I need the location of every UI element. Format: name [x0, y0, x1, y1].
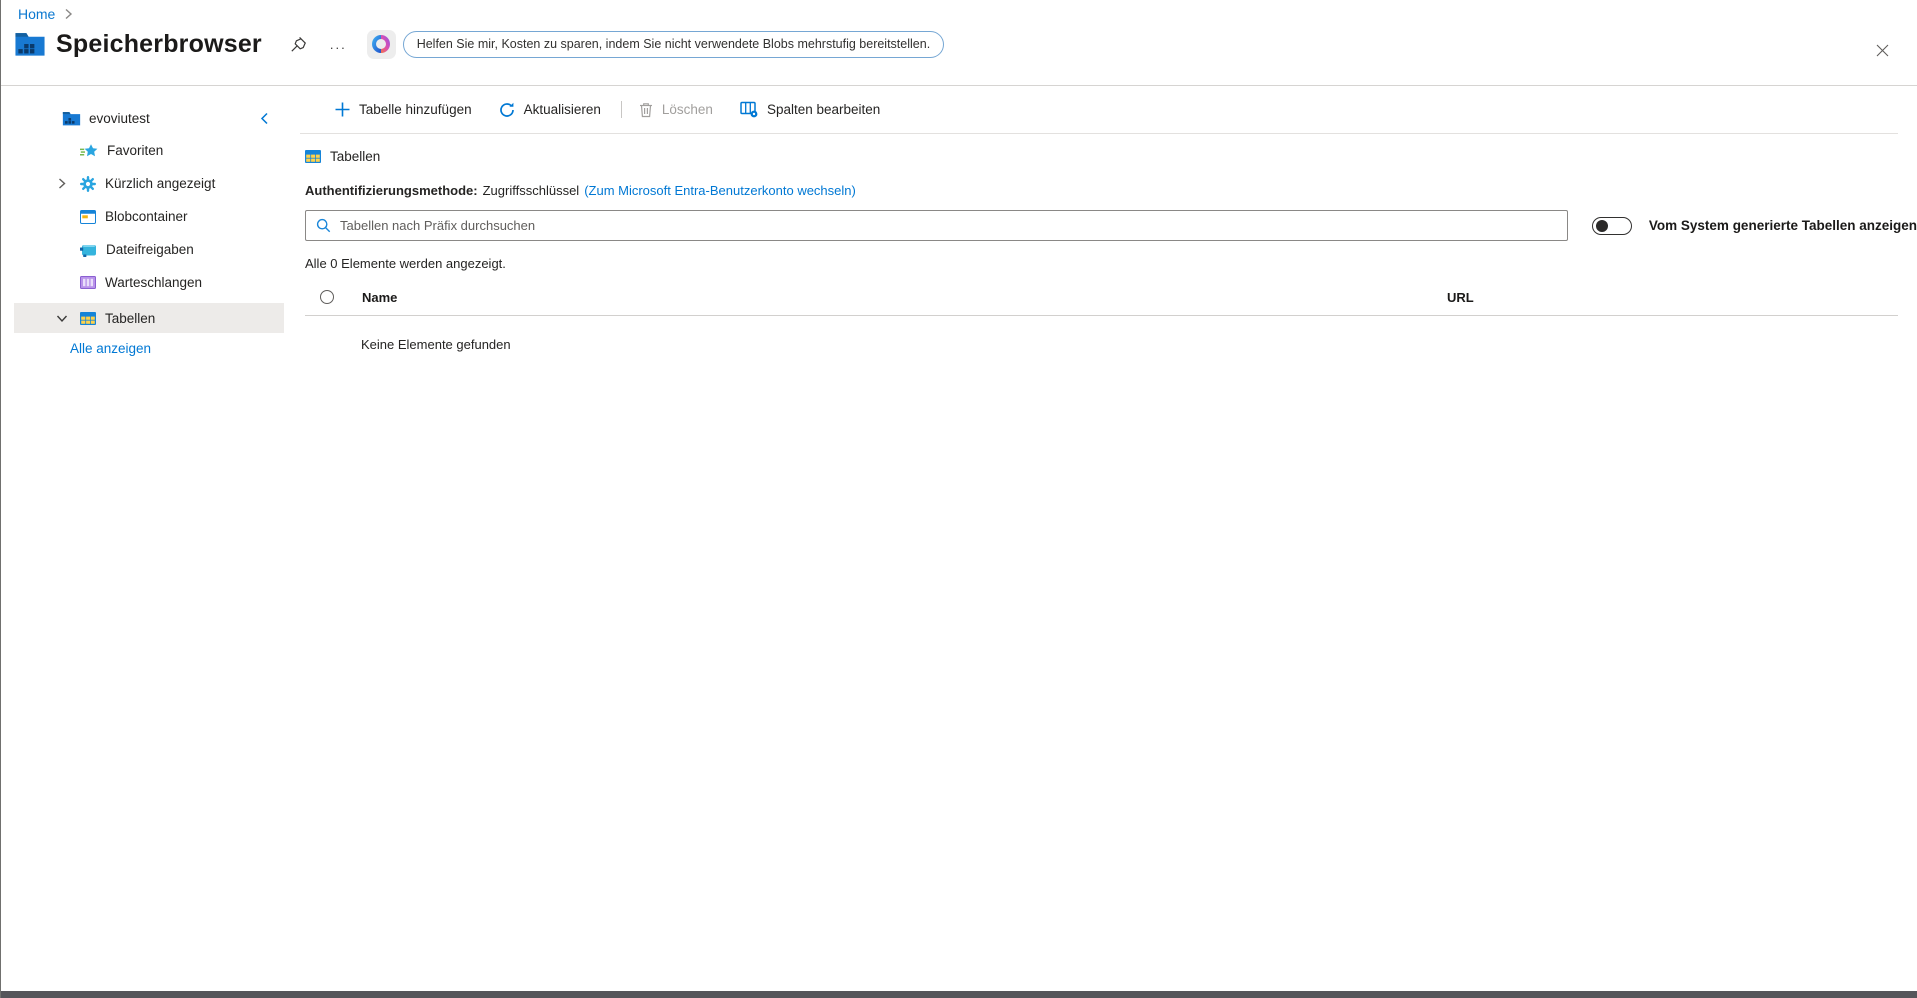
sidebar-item-storage-account[interactable]: evoviutest	[0, 102, 284, 134]
switch-entra-account-link[interactable]: (Zum Microsoft Entra-Benutzerkonto wechs…	[584, 183, 856, 198]
toggle-label: Vom System generierte Tabellen anzeigen	[1649, 218, 1917, 233]
copilot-icon	[371, 34, 391, 54]
sidebar-item-label: Kürzlich angezeigt	[105, 176, 215, 191]
show-all-link[interactable]: Alle anzeigen	[70, 341, 151, 356]
table-icon	[80, 312, 96, 325]
sidebar-show-all: Alle anzeigen	[0, 333, 284, 363]
sidebar-item-favorites[interactable]: Favoriten	[0, 134, 284, 167]
breadcrumb-home-link[interactable]: Home	[18, 6, 55, 22]
chevron-right-icon[interactable]	[55, 177, 68, 190]
breadcrumb-chevron-icon	[64, 8, 73, 20]
sidebar-item-recently-viewed[interactable]: Kürzlich angezeigt	[0, 167, 284, 200]
sidebar-item-file-shares[interactable]: Dateifreigaben	[0, 233, 284, 266]
plus-icon	[335, 102, 350, 117]
search-row: Vom System generierte Tabellen anzeigen	[305, 210, 1917, 241]
edit-columns-button[interactable]: Spalten bearbeiten	[740, 101, 880, 118]
copilot-suggestion-chip[interactable]: Helfen Sie mir, Kosten zu sparen, indem …	[403, 31, 944, 58]
sidebar-item-label: Warteschlangen	[105, 275, 202, 290]
page-title: Speicherbrowser	[56, 30, 262, 59]
column-header-name[interactable]: Name	[362, 290, 397, 305]
auth-method-label: Authentifizierungsmethode:	[305, 183, 478, 198]
sidebar-item-label: Tabellen	[105, 311, 155, 326]
sidebar-item-label: Blobcontainer	[105, 209, 188, 224]
sidebar-collapse-icon[interactable]	[256, 110, 272, 126]
search-input[interactable]	[340, 218, 1557, 233]
section-title: Tabellen	[330, 149, 380, 164]
window-left-edge	[0, 0, 1, 998]
add-table-button[interactable]: Tabelle hinzufügen	[335, 102, 472, 117]
sidebar-item-label: Dateifreigaben	[106, 242, 194, 257]
edit-columns-icon	[740, 101, 758, 118]
system-tables-toggle[interactable]	[1592, 217, 1632, 235]
search-icon	[316, 218, 331, 233]
delete-button[interactable]: Löschen	[639, 102, 713, 118]
recent-gear-icon	[80, 176, 96, 192]
queue-icon	[80, 276, 96, 289]
toolbar-divider	[300, 133, 1898, 134]
more-options-icon[interactable]: ...	[326, 35, 351, 54]
sidebar: evoviutest Favoriten	[0, 86, 284, 991]
items-count-text: Alle 0 Elemente werden angezeigt.	[305, 256, 1917, 271]
sidebar-account-label: evoviutest	[89, 111, 150, 126]
sidebar-item-blob-containers[interactable]: Blobcontainer	[0, 200, 284, 233]
sidebar-item-tables[interactable]: Tabellen	[0, 303, 284, 333]
table-header-row: Name URL	[284, 284, 1917, 310]
refresh-button[interactable]: Aktualisieren	[499, 102, 601, 118]
favorites-star-icon	[80, 143, 98, 159]
storage-browser-icon	[14, 30, 46, 58]
refresh-icon	[499, 102, 515, 118]
section-header: Tabellen	[305, 149, 1917, 164]
select-all-circle[interactable]	[320, 290, 334, 304]
toolbar: Tabelle hinzufügen Aktualisieren Löschen	[284, 86, 1917, 133]
blob-container-icon	[80, 210, 96, 224]
empty-state-text: Keine Elemente gefunden	[361, 337, 1917, 352]
trash-icon	[639, 102, 653, 118]
auth-method-value: Zugriffsschlüssel	[483, 183, 580, 198]
breadcrumb: Home	[18, 6, 73, 22]
auth-method-line: Authentifizierungsmethode: Zugriffsschlüs…	[305, 183, 1917, 198]
sidebar-item-queues[interactable]: Warteschlangen	[0, 266, 284, 299]
title-row: Speicherbrowser ... Helfen Sie mir, Kost…	[14, 27, 1857, 61]
column-header-url[interactable]: URL	[1447, 290, 1474, 305]
main-content: Tabelle hinzufügen Aktualisieren Löschen	[284, 86, 1917, 991]
footer-bar	[0, 991, 1917, 998]
file-share-icon	[80, 243, 97, 257]
pin-icon[interactable]	[288, 33, 310, 55]
sidebar-item-label: Favoriten	[107, 143, 163, 158]
table-header-divider	[305, 315, 1898, 316]
chevron-down-icon[interactable]	[55, 312, 68, 325]
toggle-knob	[1596, 220, 1608, 232]
search-box[interactable]	[305, 210, 1568, 241]
storage-account-icon	[62, 110, 81, 127]
close-icon[interactable]	[1869, 37, 1895, 63]
copilot-button[interactable]	[367, 30, 396, 59]
table-icon	[305, 150, 321, 163]
toolbar-separator	[621, 101, 622, 118]
